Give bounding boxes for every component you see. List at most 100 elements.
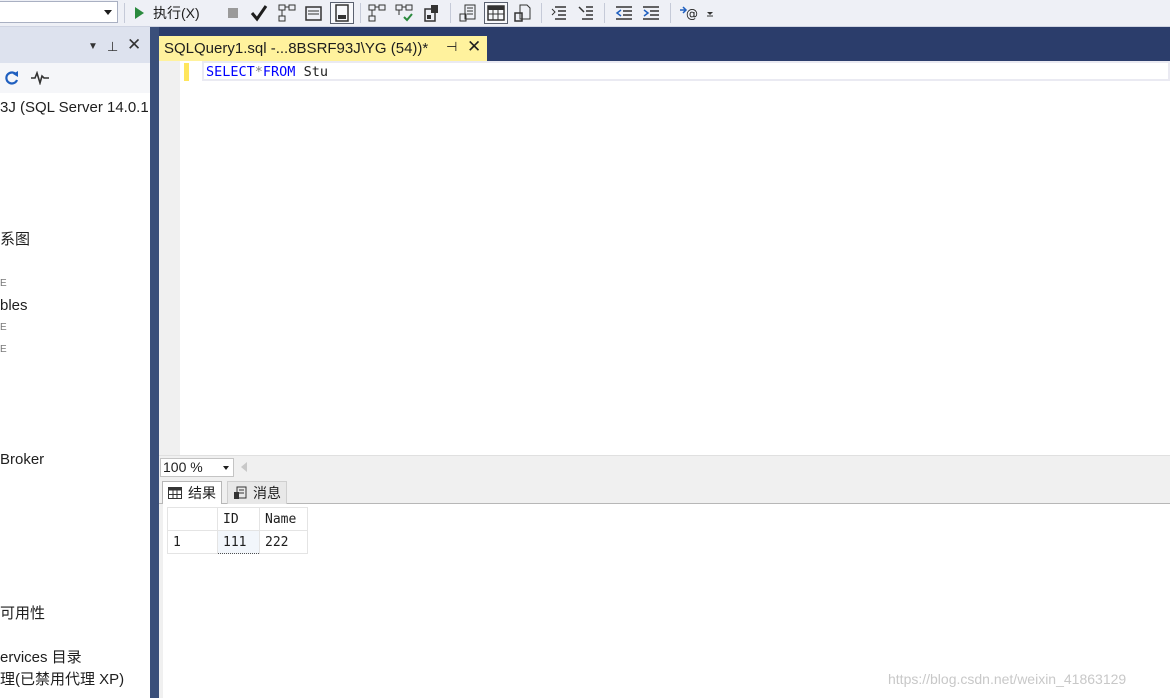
sql-identifier: Stu (295, 64, 328, 80)
results-grid: ID Name 1 111 222 (167, 507, 308, 554)
tab-sqlquery1[interactable]: SQLQuery1.sql -...8BSRF93J\YG (54))* ⊣ ✕ (159, 36, 487, 61)
stop-icon (228, 8, 238, 18)
live-stats-icon (395, 4, 413, 22)
include-actual-plan-button[interactable] (366, 2, 388, 24)
tree-item[interactable]: ervices 目录 (0, 649, 82, 667)
chevron-down-icon (223, 466, 229, 470)
results-to-file-toggle[interactable] (330, 2, 354, 24)
select-all-corner[interactable] (167, 507, 218, 531)
pin-icon[interactable]: ⊣ (446, 39, 457, 55)
tree-item[interactable]: E (0, 319, 7, 337)
column-header[interactable]: Name (259, 507, 308, 531)
available-databases-combo[interactable] (0, 1, 118, 23)
window-position-icon[interactable]: ▼ (88, 39, 98, 55)
results-to-file-icon (335, 4, 349, 22)
toolbar-separator (541, 3, 542, 23)
tree-item[interactable]: 系图 (0, 231, 30, 249)
grid-icon (168, 487, 182, 499)
tab-title: SQLQuery1.sql -...8BSRF93J\YG (54))* (164, 40, 429, 57)
specify-template-values-button[interactable]: @ (676, 2, 702, 24)
object-explorer-toolbar (0, 63, 150, 93)
specify-template-values-icon: @ (680, 6, 698, 21)
tree-item[interactable]: bles (0, 297, 28, 315)
uncomment-button[interactable] (575, 2, 597, 24)
tab-label: 结果 (188, 485, 216, 501)
decrease-indent-button[interactable] (612, 2, 636, 24)
parse-button[interactable] (248, 2, 270, 24)
results-to-file-icon (514, 4, 531, 22)
client-statistics-button[interactable] (420, 2, 442, 24)
query-toolbar: 执行(X) @ (0, 0, 1170, 27)
results-tab-strip: 结果 消息 (159, 477, 1170, 504)
parse-check-icon (250, 5, 268, 22)
object-explorer-header: ▼ ⊥ ✕ (0, 27, 150, 63)
decrease-indent-icon (615, 6, 632, 20)
tree-item[interactable]: E (0, 275, 7, 293)
comment-out-button[interactable] (548, 2, 570, 24)
toolbar-separator (604, 3, 605, 23)
toolbar-separator (670, 3, 671, 23)
grid-cell[interactable]: 222 (259, 530, 308, 554)
sql-keyword: FROM (262, 64, 296, 80)
change-tracking-bar (184, 63, 189, 81)
editor-gutter (159, 61, 180, 455)
column-header[interactable]: ID (217, 507, 260, 531)
tab-results[interactable]: 结果 (162, 481, 222, 504)
tab-messages[interactable]: 消息 (227, 481, 287, 504)
zoom-value: 100 % (163, 459, 203, 475)
grid-header-row: ID Name (167, 507, 308, 531)
query-in-editor-button[interactable] (303, 2, 325, 24)
grid-cell[interactable]: 111 (217, 530, 260, 554)
results-pane: ID Name 1 111 222 (159, 504, 1170, 698)
watermark: https://blog.csdn.net/weixin_41863129 (888, 671, 1127, 687)
tree-item[interactable]: 可用性 (0, 605, 45, 623)
close-icon[interactable]: ✕ (467, 37, 481, 57)
tree-item[interactable]: E (0, 341, 7, 359)
row-number[interactable]: 1 (167, 530, 218, 554)
sql-keyword: SELECT (206, 64, 255, 80)
pin-icon[interactable]: ⊥ (107, 39, 118, 55)
current-line-highlight (202, 61, 1170, 81)
document-tab-strip: SQLQuery1.sql -...8BSRF93J\YG (54))* ⊣ ✕ (159, 27, 1170, 61)
display-plan-icon (278, 4, 296, 22)
query-editor[interactable]: SELECT*FROM Stu (159, 61, 1170, 455)
play-icon (135, 7, 144, 19)
increase-indent-button[interactable] (639, 2, 663, 24)
display-estimated-plan-button[interactable] (276, 2, 298, 24)
include-plan-icon (368, 4, 386, 22)
tree-item[interactable]: Broker (0, 451, 44, 469)
scroll-left-icon[interactable] (241, 462, 247, 472)
code-line[interactable]: SELECT*FROM Stu (206, 63, 328, 81)
execute-label: 执行(X) (153, 5, 200, 21)
sql-operator: * (254, 64, 263, 80)
chevron-down-icon (707, 12, 713, 17)
activity-monitor-icon[interactable] (30, 71, 50, 85)
client-stats-icon (424, 5, 438, 22)
results-to-text-button[interactable] (457, 2, 479, 24)
tree-item-sql-agent[interactable]: 理(已禁用代理 XP) (0, 671, 124, 689)
cancel-query-button[interactable] (224, 2, 242, 24)
comment-icon (551, 6, 566, 20)
zoom-combo[interactable]: 100 % (160, 458, 234, 477)
results-to-grid-toggle[interactable] (484, 2, 508, 24)
editor-status-bar: 100 % (159, 455, 1170, 477)
svg-text:@: @ (686, 7, 698, 21)
results-to-grid-icon (487, 5, 505, 21)
refresh-icon[interactable] (4, 69, 20, 87)
results-to-file-button[interactable] (512, 2, 534, 24)
tab-label: 消息 (253, 485, 281, 501)
toolbar-separator (360, 3, 361, 23)
toolbar-overflow-button[interactable] (704, 2, 716, 24)
live-query-statistics-button[interactable] (393, 2, 415, 24)
toolbar-separator (124, 3, 125, 23)
increase-indent-icon (643, 6, 659, 20)
uncomment-icon (578, 6, 593, 20)
execute-button[interactable]: 执行(X) (133, 2, 215, 24)
tree-item-server[interactable]: 3J (SQL Server 14.0.1 (0, 99, 149, 117)
table-row: 1 111 222 (167, 530, 308, 554)
panel-splitter[interactable] (150, 27, 159, 698)
query-in-editor-icon (305, 6, 322, 21)
object-explorer-panel: ▼ ⊥ ✕ 3J (SQL Server 14.0.1 系图 E bles E … (0, 27, 150, 698)
messages-icon (234, 486, 247, 499)
close-icon[interactable]: ✕ (127, 36, 141, 53)
